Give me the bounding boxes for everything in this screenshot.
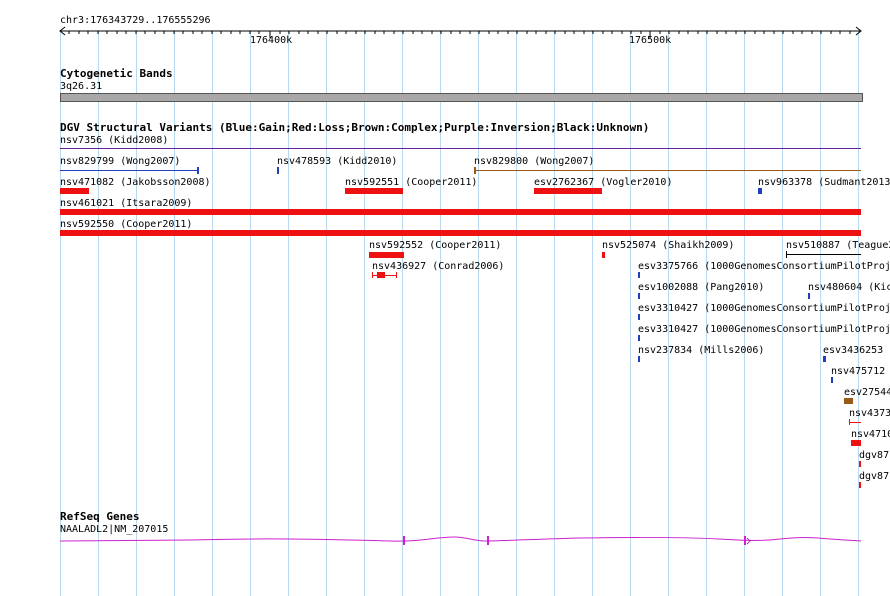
cytogenetic-bands-title: Cytogenetic Bands (60, 67, 173, 80)
feature-nsv478593[interactable] (277, 167, 279, 174)
feature-label-nsv963378: nsv963378 (Sudmant2013 (758, 177, 890, 188)
feature-label-nsv525074: nsv525074 (Shaikh2009) (602, 240, 735, 251)
feature-nsv592550[interactable] (60, 230, 861, 236)
gene-model-naaladl2[interactable] (60, 530, 862, 550)
feature-esv3310427-b[interactable] (638, 335, 640, 341)
feature-label-nsv471082: nsv471082 (Jakobsson2008) (60, 177, 211, 188)
feature-nsv963378[interactable] (758, 188, 762, 194)
feature-nsv461021[interactable] (60, 209, 861, 215)
feature-label-nsv475712: nsv475712 (831, 366, 886, 377)
feature-label-nsv7356: nsv7356 (Kidd2008) (60, 135, 169, 146)
feature-label-nsv4710: nsv4710 (851, 429, 890, 440)
feature-nsv510887[interactable] (786, 254, 861, 255)
feature-label-nsv478593: nsv478593 (Kidd2010) (277, 156, 398, 167)
feature-label-dgv87-a: dgv87 (859, 450, 890, 461)
feature-label-nsv592552: nsv592552 (Cooper2011) (369, 240, 502, 251)
feature-label-esv3375766: esv3375766 (1000GenomesConsortiumPilotPr… (638, 261, 890, 272)
refseq-genes-title: RefSeq Genes (60, 510, 140, 523)
feature-esv2762367[interactable] (534, 188, 602, 194)
feature-esv3436253[interactable] (823, 356, 826, 362)
feature-nsv829799[interactable] (60, 170, 199, 171)
feature-label-nsv829799: nsv829799 (Wong2007) (60, 156, 181, 167)
feature-label-nsv480604: nsv480604 (Kic (808, 282, 890, 293)
feature-label-esv1002088: esv1002088 (Pang2010) (638, 282, 765, 293)
feature-esv3310427-a[interactable] (638, 314, 640, 320)
region-label: chr3:176343729..176555296 (60, 15, 211, 26)
feature-dgv87-a[interactable] (859, 461, 861, 467)
feature-nsv4373-start (849, 419, 850, 425)
feature-nsv436927-end (396, 272, 397, 278)
feature-nsv510887-start (786, 251, 787, 258)
feature-nsv7356[interactable] (60, 148, 861, 149)
feature-nsv237834[interactable] (638, 356, 640, 362)
feature-label-nsv237834: nsv237834 (Mills2006) (638, 345, 765, 356)
feature-dgv87-b[interactable] (859, 482, 861, 488)
feature-label-nsv592551: nsv592551 (Cooper2011) (345, 177, 478, 188)
feature-nsv475712[interactable] (831, 377, 833, 383)
feature-nsv592551[interactable] (345, 188, 403, 194)
feature-nsv592552[interactable] (369, 252, 404, 258)
feature-nsv525074[interactable] (602, 252, 605, 258)
feature-nsv829799-end (197, 167, 199, 174)
ruler-axis[interactable] (56, 26, 866, 42)
feature-nsv436927-block (377, 272, 385, 278)
cyto-band-bar[interactable] (60, 93, 863, 102)
feature-nsv4373[interactable] (849, 422, 861, 423)
tick-label-176400k: 176400k (250, 35, 293, 46)
tick-label-176500k: 176500k (629, 35, 672, 46)
feature-label-esv2762367: esv2762367 (Vogler2010) (534, 177, 673, 188)
feature-label-nsv829800: nsv829800 (Wong2007) (474, 156, 595, 167)
feature-label-nsv436927: nsv436927 (Conrad2006) (372, 261, 505, 272)
feature-label-esv3310427-b: esv3310427 (1000GenomesConsortiumPilotPr… (638, 324, 890, 335)
cyto-band-label: 3q26.31 (60, 81, 103, 92)
feature-label-esv3436253: esv3436253 (823, 345, 884, 356)
feature-esv1002088[interactable] (638, 293, 640, 299)
feature-label-nsv510887: nsv510887 (Teague2 (786, 240, 890, 251)
feature-nsv4710[interactable] (851, 440, 861, 446)
feature-esv3375766[interactable] (638, 272, 640, 278)
feature-nsv471082[interactable] (60, 188, 89, 194)
genome-browser-track-view: chr3:176343729..176555296 176400k 176500… (0, 0, 890, 596)
feature-nsv436927-start (372, 272, 373, 278)
feature-label-dgv87-b: dgv87 (859, 471, 890, 482)
dgv-track-title: DGV Structural Variants (Blue:Gain;Red:L… (60, 121, 650, 134)
feature-label-esv3310427-a: esv3310427 (1000GenomesConsortiumPilotPr… (638, 303, 890, 314)
feature-nsv829800-start (474, 167, 476, 174)
feature-label-nsv592550: nsv592550 (Cooper2011) (60, 219, 193, 230)
feature-label-nsv4373: nsv4373 (849, 408, 890, 419)
feature-nsv829800[interactable] (474, 170, 861, 171)
feature-label-nsv461021: nsv461021 (Itsara2009) (60, 198, 193, 209)
feature-esv27544[interactable] (844, 398, 853, 404)
feature-label-esv27544: esv27544 (844, 387, 890, 398)
feature-nsv480604[interactable] (808, 293, 810, 299)
